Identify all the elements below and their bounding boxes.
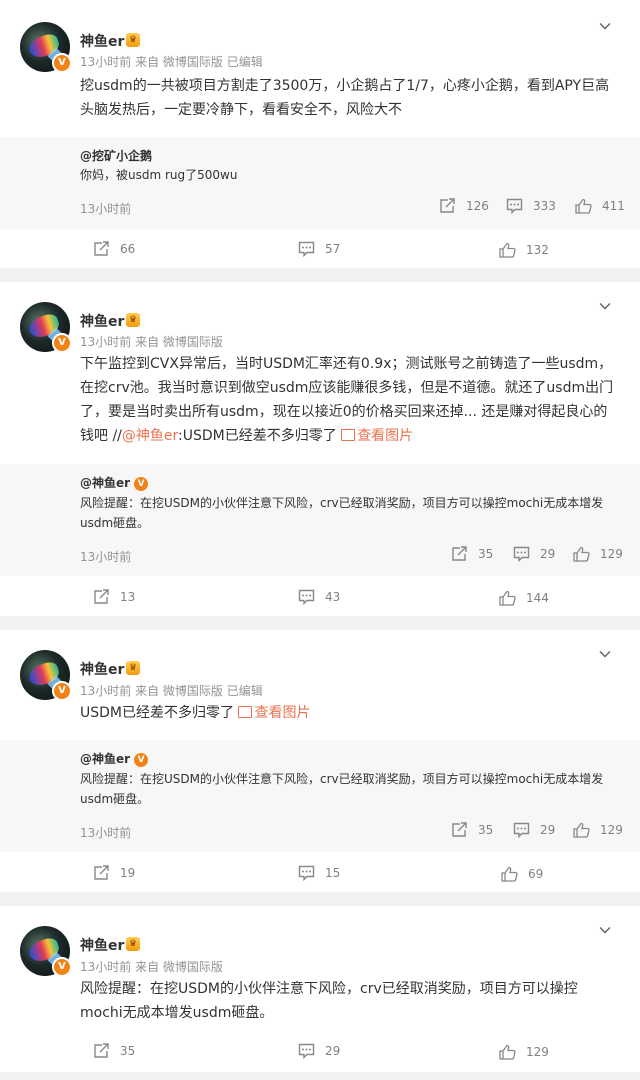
thumbs-up-icon (575, 198, 592, 214)
repost-author[interactable]: @挖矿小企鹅 (80, 147, 152, 164)
verified-badge-icon: V (52, 681, 72, 701)
repost-repost-count[interactable]: 35 (451, 546, 493, 562)
picture-icon (341, 429, 356, 441)
comment-icon (513, 546, 530, 562)
comment-icon (298, 1043, 315, 1059)
chevron-down-icon[interactable] (599, 648, 611, 660)
repost-time: 13小时前 (80, 826, 132, 840)
vip-medal-icon: ♛ (126, 313, 140, 327)
repost-icon (94, 241, 109, 256)
post-card: V 神鱼er ♛ 13小时前 来自 微博国际版 下午监控到CVX异常后，当时US… (0, 282, 640, 616)
vip-medal-icon: ♛ (126, 33, 140, 47)
repost-comment-count[interactable]: 333 (506, 198, 556, 214)
post-comment-button[interactable]: 43 (298, 589, 340, 605)
post-meta: 13小时前 来自 微博国际版 已编辑 (80, 684, 263, 698)
repost-block[interactable]: @挖矿小企鹅 你妈，被usdm rug了500wu 13小时前 126 333 … (0, 137, 640, 229)
vip-medal-icon: ♛ (126, 937, 140, 951)
author-name[interactable]: 神鱼er (80, 311, 124, 331)
verified-badge-icon: V (52, 333, 72, 353)
view-picture-link[interactable]: 查看图片 (238, 705, 310, 721)
post-comment-button[interactable]: 29 (298, 1043, 340, 1059)
verified-badge-icon: V (52, 53, 72, 73)
repost-comment-count[interactable]: 29 (513, 822, 555, 838)
repost-author[interactable]: @神鱼er V (80, 750, 149, 767)
repost-time: 13小时前 (80, 202, 132, 216)
repost-icon (94, 865, 109, 880)
verified-badge-icon: V (134, 476, 149, 491)
author-name[interactable]: 神鱼er (80, 659, 124, 679)
repost-text: 你妈，被usdm rug了500wu (80, 168, 238, 182)
comment-icon (513, 822, 530, 838)
repost-text: 风险提醒：在挖USDM的小伙伴注意下风险，crv已经取消奖励，项目方可以操控mo… (80, 496, 604, 530)
post-repost-button[interactable]: 35 (93, 1043, 135, 1059)
post-text: 挖usdm的一共被项目方割走了3500万，小企鹅占了1/7，心疼小企鹅，看到AP… (80, 78, 610, 118)
post-like-button[interactable]: 144 (499, 590, 549, 606)
post-repost-button[interactable]: 19 (93, 865, 135, 881)
repost-icon (452, 546, 467, 561)
post-comment-button[interactable]: 57 (298, 241, 340, 257)
repost-block[interactable]: @神鱼er V 风险提醒：在挖USDM的小伙伴注意下风险，crv已经取消奖励，项目… (0, 740, 640, 852)
author-name[interactable]: 神鱼er (80, 31, 124, 51)
post-meta: 13小时前 来自 微博国际版 (80, 960, 223, 974)
thumbs-up-icon (501, 866, 518, 882)
chevron-down-icon[interactable] (599, 20, 611, 32)
post-card: V 神鱼er ♛ 13小时前 来自 微博国际版 已编辑 挖usdm的一共被项目方… (0, 0, 640, 268)
repost-icon (94, 589, 109, 604)
repost-repost-count[interactable]: 35 (451, 822, 493, 838)
repost-like-count[interactable]: 411 (575, 198, 625, 214)
post-meta: 13小时前 来自 微博国际版 (80, 335, 223, 349)
repost-icon (94, 1043, 109, 1058)
chevron-down-icon[interactable] (599, 300, 611, 312)
view-picture-link[interactable]: 查看图片 (341, 428, 413, 444)
thumbs-up-icon (499, 242, 516, 258)
post-meta: 13小时前 来自 微博国际版 已编辑 (80, 55, 263, 69)
repost-author[interactable]: @神鱼er V (80, 474, 149, 491)
post-comment-button[interactable]: 15 (298, 865, 340, 881)
repost-text: 风险提醒：在挖USDM的小伙伴注意下风险，crv已经取消奖励，项目方可以操控mo… (80, 772, 604, 806)
comment-icon (298, 241, 315, 257)
post-text: 风险提醒：在挖USDM的小伙伴注意下风险，crv已经取消奖励，项目方可以操控mo… (80, 981, 578, 1021)
post-text: 下午监控到CVX异常后，当时USDM汇率还有0.9x；测试账号之前铸造了一些us… (80, 356, 614, 444)
author-name[interactable]: 神鱼er (80, 935, 124, 955)
repost-block[interactable]: @神鱼er V 风险提醒：在挖USDM的小伙伴注意下风险，crv已经取消奖励，项目… (0, 464, 640, 576)
post-card: V 神鱼er ♛ 13小时前 来自 微博国际版 已编辑 USDM已经差不多归零了… (0, 630, 640, 892)
repost-like-count[interactable]: 129 (573, 822, 623, 838)
post-like-button[interactable]: 69 (501, 866, 543, 882)
repost-icon (440, 198, 455, 213)
comment-icon (298, 865, 315, 881)
thumbs-up-icon (573, 546, 590, 562)
repost-time: 13小时前 (80, 550, 132, 564)
repost-icon (452, 822, 467, 837)
vip-medal-icon: ♛ (126, 661, 140, 675)
repost-repost-count[interactable]: 126 (439, 198, 489, 214)
post-card: V 神鱼er ♛ 13小时前 来自 微博国际版 风险提醒：在挖USDM的小伙伴注… (0, 906, 640, 1072)
post-repost-button[interactable]: 66 (93, 241, 135, 257)
repost-comment-count[interactable]: 29 (513, 546, 555, 562)
post-repost-button[interactable]: 13 (93, 589, 135, 605)
verified-badge-icon: V (134, 752, 149, 767)
post-like-button[interactable]: 132 (499, 242, 549, 258)
mention-link[interactable]: @神鱼er (122, 428, 178, 444)
verified-badge-icon: V (52, 957, 72, 977)
comment-icon (298, 589, 315, 605)
chevron-down-icon[interactable] (599, 924, 611, 936)
picture-icon (238, 706, 253, 718)
thumbs-up-icon (573, 822, 590, 838)
thumbs-up-icon (499, 590, 516, 606)
repost-like-count[interactable]: 129 (573, 546, 623, 562)
thumbs-up-icon (499, 1044, 516, 1060)
post-text: USDM已经差不多归零了 查看图片 (80, 705, 311, 721)
post-like-button[interactable]: 129 (499, 1044, 549, 1060)
comment-icon (506, 198, 523, 214)
